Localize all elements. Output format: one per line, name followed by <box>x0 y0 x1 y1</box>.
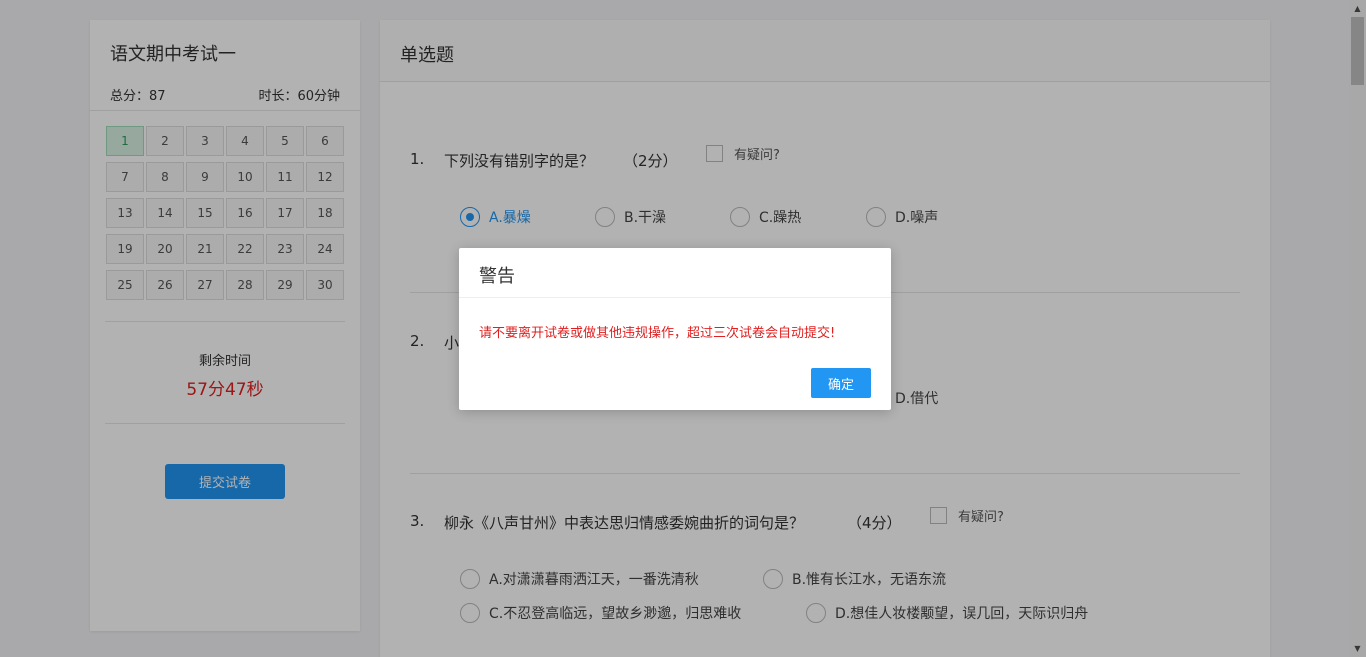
dialog-message: 请不要离开试卷或做其他违规操作，超过三次试卷会自动提交! <box>479 326 836 341</box>
warning-dialog: 警告 请不要离开试卷或做其他违规操作，超过三次试卷会自动提交! 确定 <box>459 248 891 410</box>
dialog-title: 警告 <box>479 266 515 287</box>
confirm-button[interactable]: 确定 <box>811 368 871 398</box>
dialog-header: 警告 <box>459 248 891 298</box>
